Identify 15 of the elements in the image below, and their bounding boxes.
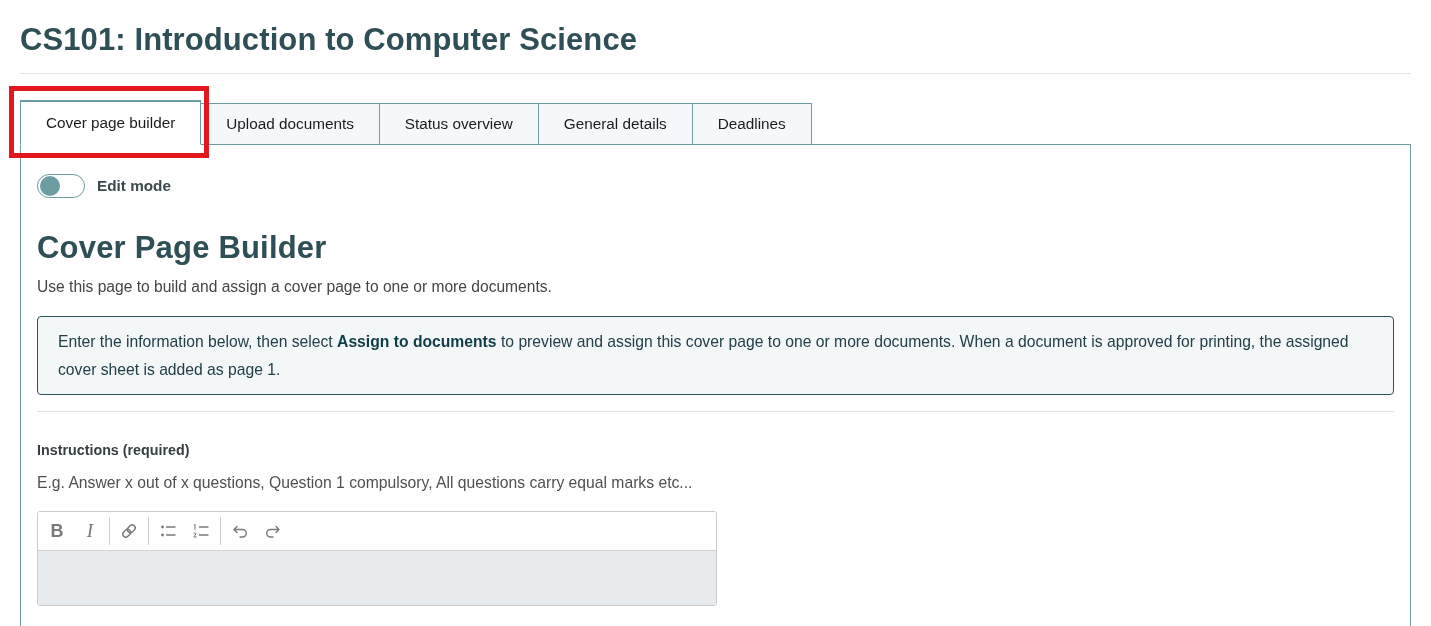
info-text: Enter the information below, then select Assign to documents to preview and assign this cover page to one or more documents. When a document is approved for printing, the assigned cover sheet is added as page 1. [58,332,1350,380]
tab[interactable]: Cover page builder [20,100,202,145]
tab[interactable]: Status overview [378,103,539,145]
description-text: Use this page to build and assign a cover page to one or more documents. [37,277,553,297]
tab[interactable]: Deadlines [691,103,812,145]
edit-mode-toggle[interactable] [37,174,85,198]
help-text: E.g. Answer x out of x questions, Question 1 compulsory, All questions carry equal marks etc... [37,473,694,493]
tab[interactable]: General details [537,103,693,145]
link-icon [120,522,138,540]
toggle-label: Edit mode [97,177,171,195]
page-title: CS101: Introduction to Computer Science [20,21,638,59]
numbered-list-icon [192,522,210,540]
field-label: Instructions (required) [37,441,190,460]
tab[interactable]: Upload documents [200,103,380,145]
section-heading: Cover Page Builder [37,229,327,267]
